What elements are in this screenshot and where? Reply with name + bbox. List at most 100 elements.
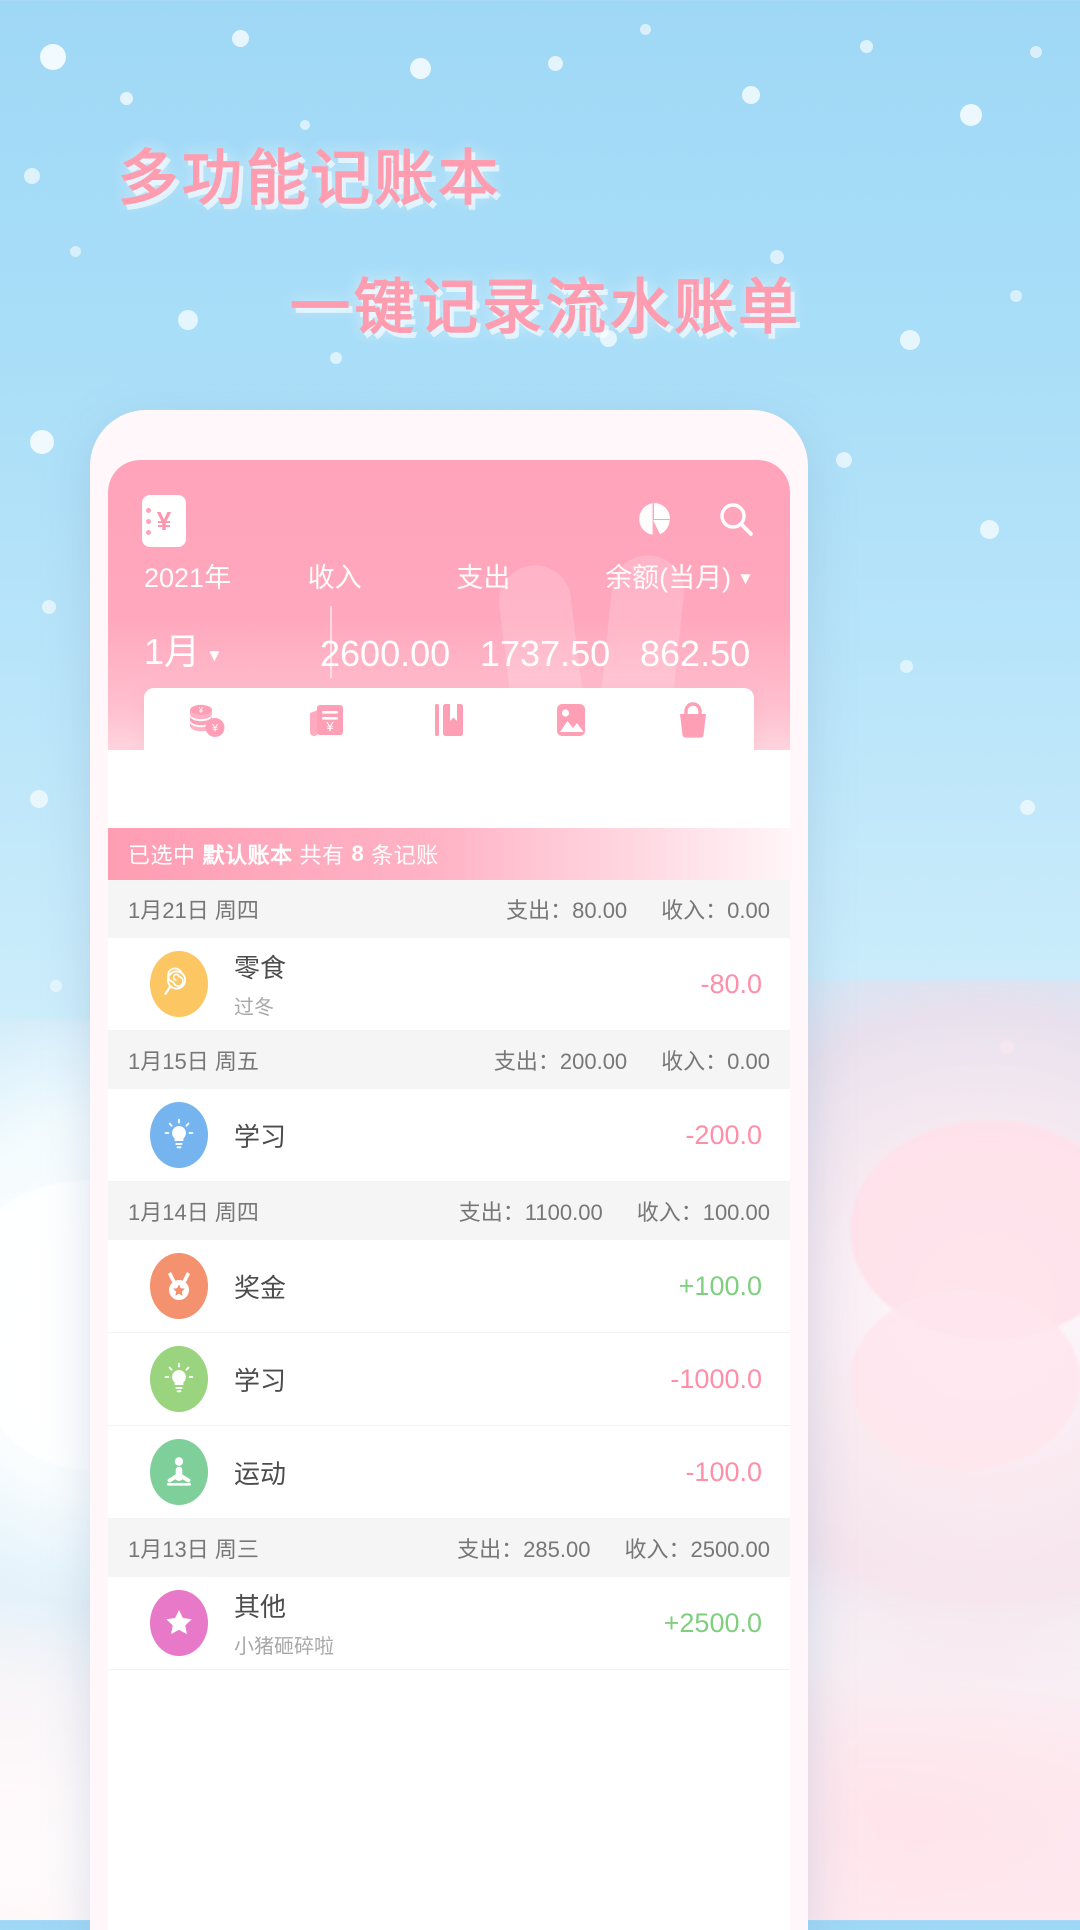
transaction-text: 奖金 xyxy=(234,1268,679,1305)
yen-book-icon[interactable]: ¥ xyxy=(142,495,186,547)
invoice-icon: ¥ xyxy=(306,699,348,746)
lightbulb-icon xyxy=(150,1102,208,1168)
transaction-row[interactable]: 其他 小猪砸碎啦 +2500.0 xyxy=(108,1577,790,1670)
date-group-header: 1月14日 周四 支出：1100.00 收入：100.00 xyxy=(108,1182,790,1240)
quick-menu-card: ¥ ¥ 预算 ¥ xyxy=(144,688,754,750)
date-group-header: 1月13日 周三 支出：285.00 收入：2500.00 xyxy=(108,1519,790,1577)
group-totals: 支出：200.00 收入：0.00 xyxy=(494,1044,770,1076)
income-value: 2600.00 xyxy=(320,633,451,674)
svg-text:¥: ¥ xyxy=(198,706,204,715)
ledger-name: 默认账本 xyxy=(202,843,293,868)
group-date: 1月21日 周四 xyxy=(128,898,259,923)
bookmark-icon xyxy=(428,699,470,746)
quick-item-budget[interactable]: ¥ ¥ 预算 xyxy=(151,699,259,750)
header-toolbar: ¥ xyxy=(108,460,790,556)
summary-divider xyxy=(330,606,332,678)
lightbulb-icon xyxy=(150,1346,208,1412)
group-expense-total: 支出：285.00 xyxy=(457,1537,591,1562)
ledger-status-bar[interactable]: 已选中 默认账本 共有 8 条记账 xyxy=(108,828,790,880)
transaction-row[interactable]: 奖金 +100.0 xyxy=(108,1240,790,1333)
medal-icon xyxy=(150,1253,208,1319)
quick-item-daily-sign[interactable]: 美日签 xyxy=(517,699,625,750)
svg-text:¥: ¥ xyxy=(211,723,219,735)
transaction-category: 零食 xyxy=(234,953,287,983)
balance-label-wrap[interactable]: 余额(当月) ▼ xyxy=(605,556,754,595)
app-screen: ¥ 2021年 收入 支出 余额(当月) ▼ 1月 ▼ 2600.00 1737… xyxy=(108,460,790,1930)
transaction-row[interactable]: 学习 -200.0 xyxy=(108,1089,790,1182)
expense-value: 1737.50 xyxy=(480,633,611,674)
ledger-middle: 共有 xyxy=(299,843,345,868)
shopping-bag-icon xyxy=(672,699,714,746)
search-icon[interactable] xyxy=(716,499,756,544)
app-header: ¥ 2021年 收入 支出 余额(当月) ▼ 1月 ▼ 2600.00 1737… xyxy=(108,460,790,750)
quick-item-save-shop[interactable]: 省钱购 xyxy=(639,699,747,750)
transaction-amount: -100.0 xyxy=(685,1456,762,1487)
month-value: 1月 xyxy=(144,631,201,672)
transaction-category: 学习 xyxy=(234,1121,287,1152)
transaction-text: 零食 过冬 xyxy=(234,948,700,1020)
transaction-amount: +2500.0 xyxy=(663,1607,762,1638)
group-income-total: 收入：0.00 xyxy=(661,1049,770,1074)
group-date: 1月15日 周五 xyxy=(128,1049,259,1074)
quick-item-bills[interactable]: ¥ 账单 xyxy=(273,699,381,750)
transaction-amount: -1000.0 xyxy=(670,1363,762,1394)
svg-text:¥: ¥ xyxy=(325,719,334,734)
promo-line-1: 多功能记账本 xyxy=(118,144,502,214)
transaction-note: 小猪砸碎啦 xyxy=(234,1636,334,1658)
transaction-row[interactable]: 运动 -100.0 xyxy=(108,1426,790,1519)
balance-label: 余额(当月) xyxy=(605,563,732,593)
phone-mockup: ¥ 2021年 收入 支出 余额(当月) ▼ 1月 ▼ 2600.00 1737… xyxy=(90,410,808,1930)
ledger-prefix: 已选中 xyxy=(128,843,196,868)
transaction-row[interactable]: 学习 -1000.0 xyxy=(108,1333,790,1426)
transaction-category: 学习 xyxy=(234,1365,287,1396)
coins-icon: ¥ ¥ xyxy=(184,699,226,746)
group-expense-total: 支出：1100.00 xyxy=(458,1200,603,1225)
balance-value: 862.50 xyxy=(640,633,751,674)
year-label: 2021年 xyxy=(144,563,232,593)
lollipop-icon xyxy=(150,951,208,1017)
ledger-count: 8 xyxy=(351,841,365,866)
summary-labels-row: 2021年 收入 支出 余额(当月) ▼ xyxy=(144,556,754,623)
logo-symbol: ¥ xyxy=(156,505,172,536)
transaction-note: 过冬 xyxy=(234,997,274,1019)
quick-item-tutorial[interactable]: 教程 xyxy=(395,699,503,750)
promo-headline: 多功能记账本 一键记录流水账单 xyxy=(0,130,1080,346)
month-selector[interactable]: 1月 ▼ xyxy=(144,623,320,675)
group-expense-total: 支出：80.00 xyxy=(506,898,628,923)
transaction-row[interactable]: 零食 过冬 -80.0 xyxy=(108,938,790,1031)
group-date: 1月13日 周三 xyxy=(128,1537,259,1562)
summary-values-row: 1月 ▼ 2600.00 1737.50 862.50 xyxy=(144,623,754,675)
transaction-amount: +100.0 xyxy=(678,1270,762,1301)
transaction-category: 奖金 xyxy=(234,1272,287,1303)
transaction-text: 学习 xyxy=(234,1117,685,1154)
summary-panel: 2021年 收入 支出 余额(当月) ▼ 1月 ▼ 2600.00 1737.5… xyxy=(108,556,790,678)
group-totals: 支出：80.00 收入：0.00 xyxy=(506,893,770,925)
ledger-suffix: 条记账 xyxy=(371,843,439,868)
yoga-icon xyxy=(150,1439,208,1505)
transaction-text: 运动 xyxy=(234,1454,685,1491)
expense-label: 支出 xyxy=(456,563,511,593)
image-icon xyxy=(550,699,592,746)
transaction-list[interactable]: 1月21日 周四 支出：80.00 收入：0.00 零食 过冬 -80.0 1月15日 周五… xyxy=(108,880,790,1670)
group-income-total: 收入：100.00 xyxy=(636,1200,770,1225)
date-group-header: 1月15日 周五 支出：200.00 收入：0.00 xyxy=(108,1031,790,1089)
date-group-header: 1月21日 周四 支出：80.00 收入：0.00 xyxy=(108,880,790,938)
group-date: 1月14日 周四 xyxy=(128,1200,259,1225)
group-totals: 支出：285.00 收入：2500.00 xyxy=(457,1532,770,1564)
transaction-amount: -200.0 xyxy=(685,1119,762,1150)
transaction-category: 其他 xyxy=(234,1592,287,1622)
chevron-down-icon-month[interactable]: ▼ xyxy=(206,646,223,666)
promo-line-2: 一键记录流水账单 xyxy=(290,273,802,343)
group-totals: 支出：1100.00 收入：100.00 xyxy=(459,1195,770,1227)
income-label: 收入 xyxy=(307,563,362,593)
transaction-text: 学习 xyxy=(234,1361,670,1398)
star-icon xyxy=(150,1590,208,1656)
transaction-amount: -80.0 xyxy=(700,968,762,999)
chevron-down-icon-balance[interactable]: ▼ xyxy=(737,569,754,589)
group-income-total: 收入：0.00 xyxy=(661,898,770,923)
pie-chart-icon[interactable] xyxy=(634,499,674,544)
group-income-total: 收入：2500.00 xyxy=(624,1537,770,1562)
transaction-text: 其他 小猪砸碎啦 xyxy=(234,1587,664,1659)
group-expense-total: 支出：200.00 xyxy=(493,1049,628,1074)
transaction-category: 运动 xyxy=(234,1458,287,1489)
